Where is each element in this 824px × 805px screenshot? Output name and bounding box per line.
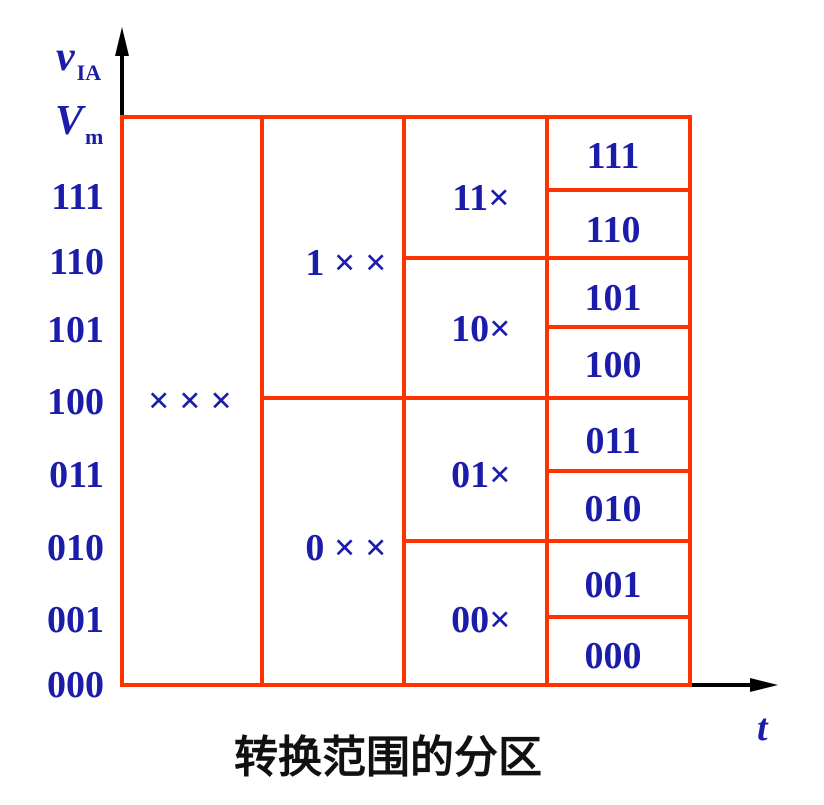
y-tick-label: 010 — [47, 527, 104, 569]
y-axis-arrow-icon — [115, 27, 129, 56]
level4-cell-label: 101 — [585, 277, 642, 319]
level3-cell-label: 00× — [451, 599, 511, 641]
y-axis-label-symbol: v — [56, 34, 76, 80]
level4-cell-label: 000 — [585, 635, 642, 677]
y-axis-label: vIA — [56, 34, 101, 85]
y-tick-label: 001 — [47, 599, 104, 641]
y-tick-label: 000 — [47, 664, 104, 706]
y-tick-labels: 111 110 101 100 011 010 001 000 — [47, 176, 104, 706]
partition-labels: × × × 1 × × 0 × × 11× 10× 01× 00× 111 11… — [148, 135, 641, 677]
y-axis-label-subscript: IA — [77, 60, 102, 85]
level3-cell-label: 10× — [451, 308, 511, 350]
level4-cell-label: 001 — [585, 564, 642, 606]
level3-cell-label: 01× — [451, 454, 511, 496]
x-axis-label: t — [757, 707, 769, 749]
y-tick-label: 111 — [51, 176, 104, 218]
y-tick-label: 101 — [47, 309, 104, 351]
y-max-label: Vm — [55, 98, 103, 149]
diagram-caption: 转换范围的分区 — [234, 732, 542, 783]
y-tick-label: 100 — [47, 381, 104, 423]
y-tick-label: 110 — [49, 241, 104, 283]
level4-cell-label: 100 — [585, 344, 642, 386]
level4-cell-label: 110 — [586, 209, 641, 251]
level3-cell-label: 11× — [452, 177, 510, 219]
level1-cell-label: × × × — [148, 380, 232, 422]
level4-cell-label: 010 — [585, 488, 642, 530]
level4-cell-label: 011 — [586, 420, 641, 462]
y-max-label-subscript: m — [85, 124, 103, 149]
y-tick-label: 011 — [49, 454, 104, 496]
level2-cell-label: 0 × × — [305, 527, 386, 569]
x-axis-arrow-icon — [750, 678, 778, 692]
level2-cell-label: 1 × × — [305, 242, 386, 284]
y-max-label-symbol: V — [55, 98, 86, 144]
level4-cell-label: 111 — [587, 135, 640, 177]
partition-diagram: vIA Vm t 111 110 101 100 011 010 001 000 — [47, 27, 778, 783]
axes — [115, 27, 778, 692]
